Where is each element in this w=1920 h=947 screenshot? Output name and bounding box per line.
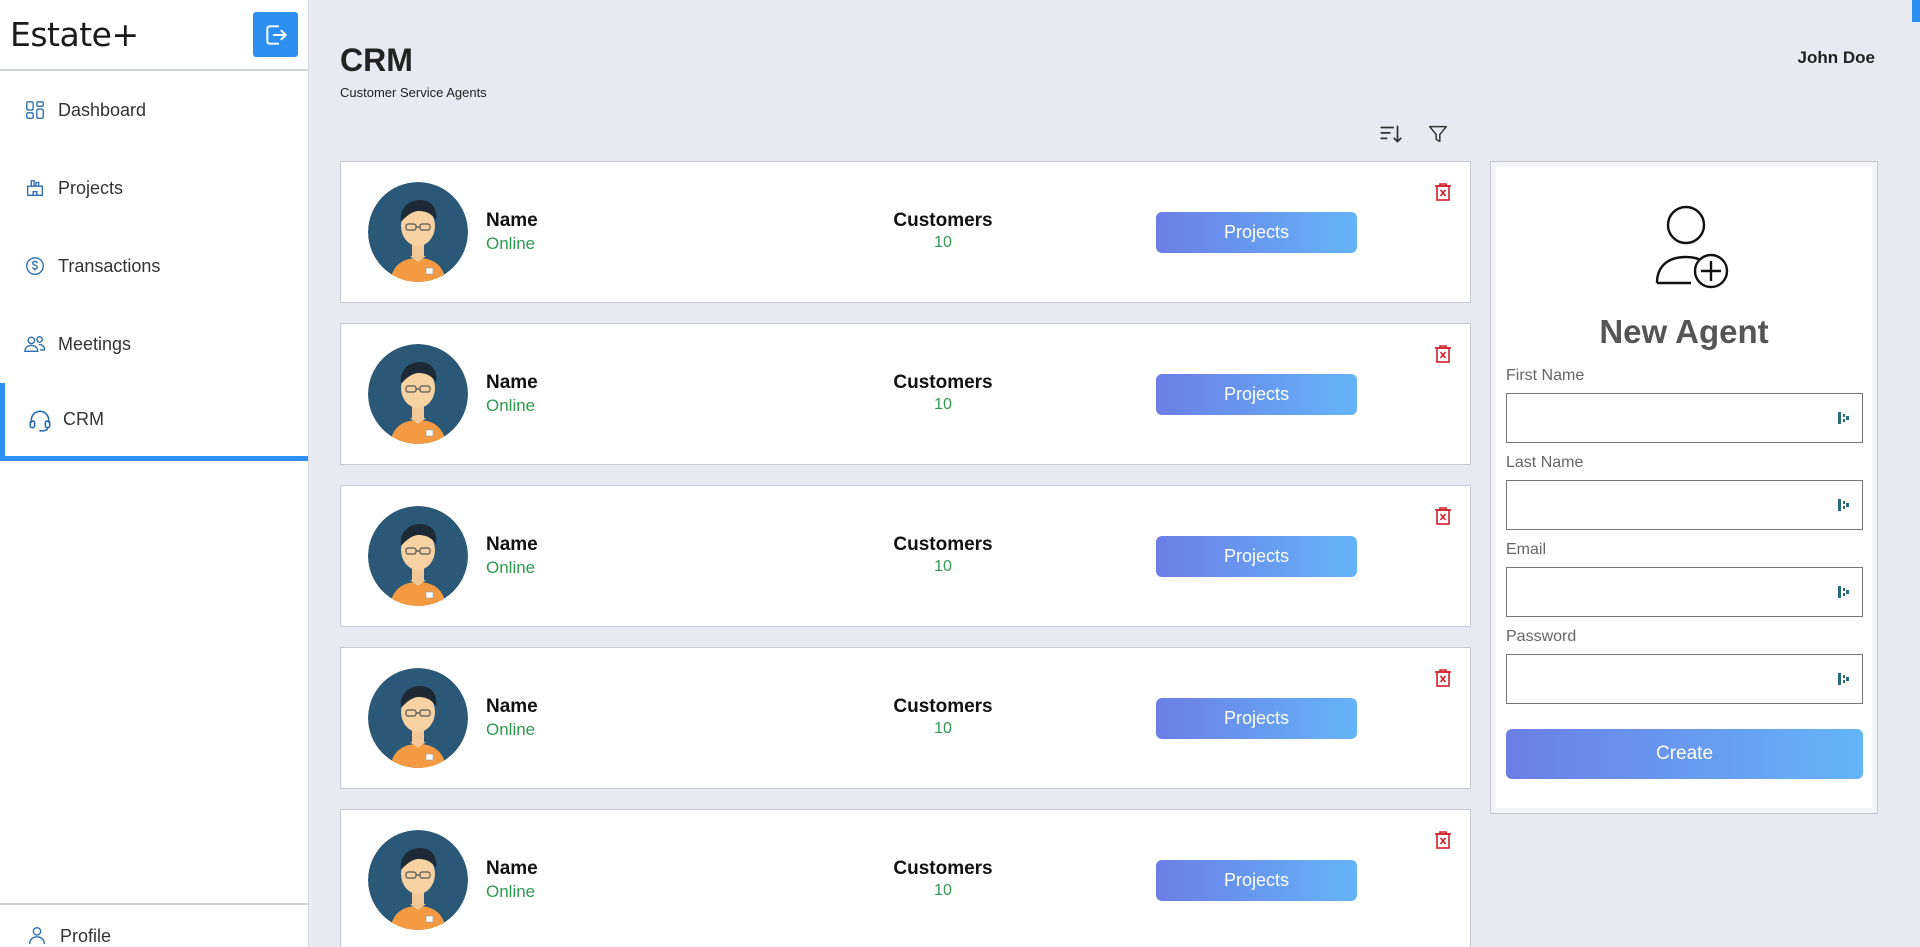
filter-icon [1429,125,1447,143]
agent-avatar [368,830,468,930]
people-icon [22,331,48,357]
agent-projects-button[interactable]: Projects [1156,536,1357,577]
customers-label: Customers [893,210,993,231]
trash-icon [1435,183,1451,201]
agent-avatar [368,344,468,444]
agent-card: Name Online Customers 10 Projects [340,485,1471,627]
sidebar-nav: Dashboard Projects Transactions Meetings… [0,71,308,461]
first-name-label: First Name [1506,367,1585,384]
agent-name: Name [486,372,538,393]
sort-button[interactable] [1377,120,1405,148]
new-agent-title: New Agent [1599,313,1769,350]
sidebar-item-crm[interactable]: CRM [0,383,308,461]
agent-card: Name Online Customers 10 Projects [340,161,1471,303]
agent-status: Online [486,396,536,415]
trash-icon [1435,831,1451,849]
agent-projects-button[interactable]: Projects [1156,860,1357,901]
password-field[interactable] [1506,654,1863,704]
customers-label: Customers [893,696,993,717]
new-agent-form: New Agent First Name Last Name Email Pas… [1496,167,1872,808]
main-content: CRM Customer Service Agents John Doe Nam… [309,0,1920,947]
agent-projects-button[interactable]: Projects [1156,212,1357,253]
customers-label: Customers [893,858,993,879]
sidebar-item-label: Dashboard [58,99,147,120]
agent-status: Online [486,558,536,577]
trash-icon [1435,345,1451,363]
sidebar-item-label: Profile [60,926,112,946]
agent-card: Name Online Customers 10 Projects [340,647,1471,789]
agent-avatar [368,506,468,606]
customers-count: 10 [934,720,952,737]
delete-agent-button[interactable] [1432,504,1454,528]
page-title: CRM [340,42,413,78]
customers-count: 10 [934,882,952,899]
autofill-key-icon[interactable] [1836,497,1852,513]
agent-projects-button[interactable]: Projects [1156,374,1357,415]
create-button[interactable]: Create [1506,729,1863,779]
sidebar-item-label: CRM [63,409,104,429]
agent-name: Name [486,534,538,555]
sidebar-item-label: Projects [58,177,124,198]
page-subtitle: Customer Service Agents [340,85,487,100]
sidebar: Estate+ Dashboard Projects Transactions … [0,0,309,947]
sidebar-item-label: Meetings [58,333,132,354]
agent-status: Online [486,720,536,739]
autofill-key-icon[interactable] [1836,671,1852,687]
agent-card: Name Online Customers 10 Projects [340,323,1471,465]
sidebar-item-transactions[interactable]: Transactions [0,227,308,305]
sort-icon [1380,125,1402,143]
last-name-label: Last Name [1506,454,1584,471]
dashboard-icon [22,97,48,123]
agent-name: Name [486,696,538,717]
scrollbar-thumb[interactable] [1912,0,1920,22]
app-root: Estate+ Dashboard Projects Transactions … [0,0,1920,947]
user-icon [26,923,48,947]
agent-avatar [368,182,468,282]
sidebar-item-projects[interactable]: Projects [0,149,308,227]
user-name[interactable]: John Doe [1798,48,1875,68]
delete-agent-button[interactable] [1432,666,1454,690]
delete-agent-button[interactable] [1432,828,1454,852]
agent-avatar [368,668,468,768]
password-label: Password [1506,628,1577,645]
agent-card: Name Online Customers 10 Projects [340,809,1471,947]
agent-list: Name Online Customers 10 Projects Name O… [340,161,1471,947]
brand-logo: Estate+ [10,15,139,54]
customers-count: 10 [934,396,952,413]
agent-projects-button[interactable]: Projects [1156,698,1357,739]
delete-agent-button[interactable] [1432,180,1454,204]
dollar-icon [22,253,48,279]
sidebar-item-profile[interactable]: Profile [0,903,309,947]
last-name-field[interactable] [1506,480,1863,530]
logout-icon [265,24,287,45]
agent-status: Online [486,882,536,901]
customers-count: 10 [934,558,952,575]
headset-icon [27,407,53,433]
sidebar-item-label: Transactions [58,255,161,276]
agent-status: Online [486,234,536,253]
customers-label: Customers [893,534,993,555]
autofill-key-icon[interactable] [1836,584,1852,600]
filter-button[interactable] [1424,120,1452,148]
email-field[interactable] [1506,567,1863,617]
brand-bar: Estate+ [0,0,308,71]
customers-count: 10 [934,234,952,251]
agent-name: Name [486,210,538,231]
add-user-icon [1655,205,1729,289]
trash-icon [1435,669,1451,687]
sidebar-item-meetings[interactable]: Meetings [0,305,308,383]
customers-label: Customers [893,372,993,393]
trash-icon [1435,507,1451,525]
logout-button[interactable] [253,12,298,57]
agent-name: Name [486,858,538,879]
projects-icon [22,175,48,201]
delete-agent-button[interactable] [1432,342,1454,366]
sidebar-item-dashboard[interactable]: Dashboard [0,71,308,149]
email-label: Email [1506,541,1547,558]
first-name-field[interactable] [1506,393,1863,443]
new-agent-panel: New Agent First Name Last Name Email Pas… [1490,161,1878,814]
autofill-key-icon[interactable] [1836,410,1852,426]
